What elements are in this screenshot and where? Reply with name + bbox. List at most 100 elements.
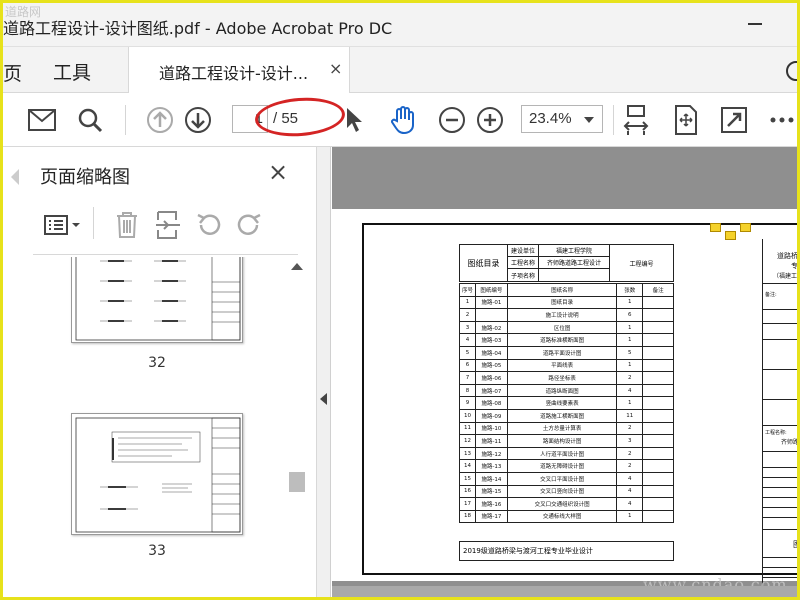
search-icon[interactable]: [73, 103, 107, 137]
table-row: 5 施路-04 道路平面设计图 5: [459, 345, 674, 360]
email-icon[interactable]: [25, 103, 59, 137]
minimize-button[interactable]: [748, 23, 762, 25]
hand-tool-icon[interactable]: [386, 103, 420, 137]
panel-pointer: [11, 169, 19, 185]
table-cell: 2: [459, 308, 476, 322]
table-cell: 平面线表: [506, 358, 618, 373]
trash-icon[interactable]: [109, 209, 145, 241]
table-cell: 竖曲线要素表: [506, 396, 618, 410]
column-header: 图纸名称: [506, 283, 618, 297]
table-cell: 4: [459, 333, 476, 347]
more-options-icon[interactable]: [765, 103, 797, 137]
comment-note-icon[interactable]: [725, 231, 736, 240]
table-cell: [642, 320, 674, 335]
table-row: 14 施路-13 道路无障碍设计图 2: [459, 459, 674, 473]
full-screen-icon[interactable]: [717, 103, 751, 137]
table-cell: [642, 421, 674, 436]
table-row: 10 施路-09 道路施工横断面图 11: [459, 408, 674, 423]
table-cell: 1: [616, 333, 644, 347]
table-cell: 1: [616, 509, 644, 524]
table-cell: 路径坐标表: [506, 371, 618, 385]
thumbnail-options-icon[interactable]: [41, 209, 85, 241]
zoom-level-select[interactable]: 23.4%: [521, 105, 603, 133]
table-cell: 人行道平面设计图: [506, 446, 618, 461]
select-cursor-icon[interactable]: [338, 103, 372, 137]
table-cell: 施路-16: [474, 497, 508, 511]
table-cell: 施路-01: [474, 295, 508, 310]
table-cell: 施路-05: [474, 358, 508, 373]
close-tab-icon[interactable]: ×: [329, 59, 342, 78]
table-cell: 土方总量计算表: [506, 421, 618, 436]
thumbnail-label: 33: [148, 543, 166, 559]
comment-note-icon[interactable]: [740, 223, 751, 232]
table-cell: 1: [616, 295, 644, 310]
table-cell: 交通标线大样图: [506, 509, 618, 524]
document-view[interactable]: 图纸目录 建设单位 福建工程学院 工程名称 齐师路道路工程设计 子项名称 工程编…: [332, 147, 797, 597]
drawing-frame: 图纸目录 建设单位 福建工程学院 工程名称 齐师路道路工程设计 子项名称 工程编…: [362, 223, 797, 591]
table-row: 13 施路-12 人行道平面设计图 2: [459, 446, 674, 461]
tab-tools[interactable]: 工具: [53, 58, 91, 85]
titleblock-line: [763, 477, 797, 478]
scroll-up-icon[interactable]: [291, 263, 303, 270]
directory-title: 图纸目录: [459, 244, 508, 282]
table-cell: [642, 434, 674, 448]
table-cell: 施路-02: [474, 320, 508, 335]
red-annotation-ellipse: [253, 94, 347, 140]
table-cell: 6: [616, 308, 644, 322]
table-cell: 4: [616, 383, 644, 398]
table-cell: 区位图: [506, 320, 618, 335]
tab-document[interactable]: 道路工程设计-设计... ×: [128, 47, 350, 93]
table-cell: 12: [459, 434, 476, 448]
thumbnail-page-32[interactable]: [71, 257, 243, 343]
table-cell: 2: [616, 446, 644, 461]
chevron-down-icon: [584, 117, 594, 123]
page-gap: [332, 586, 797, 597]
table-row: 11 施路-10 土方总量计算表 2: [459, 421, 674, 436]
scroll-thumb[interactable]: [289, 472, 305, 492]
panel-collapse-strip[interactable]: [317, 147, 331, 597]
titleblock-line: [763, 399, 797, 400]
zoom-in-icon[interactable]: [473, 103, 507, 137]
fit-width-icon[interactable]: [619, 103, 653, 137]
table-cell: 11: [459, 421, 476, 436]
table-cell: 11: [616, 408, 644, 423]
table-cell: 交叉口交通组织设计图: [506, 497, 618, 511]
title-block: 道路桥梁 专业 （福建工程学 备注: 工程名称: 齐师路道: [762, 239, 798, 591]
insert-page-icon[interactable]: [150, 209, 186, 241]
table-cell: [642, 497, 674, 511]
titleblock-line: [763, 529, 797, 530]
help-icon[interactable]: [786, 61, 797, 81]
table-cell: 道路平面设计图: [506, 345, 618, 360]
titleblock-text: 道路桥梁: [777, 252, 798, 260]
table-cell: [642, 408, 674, 423]
titleblock-text: 图: [793, 539, 797, 550]
table-cell: 1: [459, 295, 476, 310]
comment-note-icon[interactable]: [710, 223, 721, 232]
collapse-panel-icon[interactable]: [320, 393, 327, 405]
close-panel-icon[interactable]: ×: [268, 160, 288, 184]
thumbnail-scrollbar[interactable]: [287, 257, 307, 597]
zoom-out-icon[interactable]: [435, 103, 469, 137]
table-cell: 路面结构设计图: [506, 434, 618, 448]
table-cell: 10: [459, 408, 476, 423]
titleblock-line: [763, 497, 797, 498]
table-cell: 施路-15: [474, 484, 508, 499]
table-cell: 5: [616, 345, 644, 360]
table-cell: [642, 371, 674, 385]
thumbnail-page-33[interactable]: [71, 413, 243, 535]
table-cell: 9: [459, 396, 476, 410]
tab-home[interactable]: 页: [3, 59, 22, 86]
table-cell: [642, 509, 674, 524]
table-cell: 1: [616, 320, 644, 335]
table-cell: 15: [459, 471, 476, 486]
table-cell: 2: [616, 371, 644, 385]
previous-page-icon[interactable]: [143, 103, 177, 137]
table-cell: 施路-12: [474, 446, 508, 461]
fit-page-icon[interactable]: [669, 103, 703, 137]
next-page-icon[interactable]: [181, 103, 215, 137]
table-cell: 施工设计说明: [506, 308, 618, 322]
rotate-right-icon[interactable]: [231, 209, 267, 241]
rotate-left-icon[interactable]: [191, 209, 227, 241]
table-row: 4 施路-03 道路标准横断面图 1: [459, 333, 674, 347]
table-cell: 6: [459, 358, 476, 373]
